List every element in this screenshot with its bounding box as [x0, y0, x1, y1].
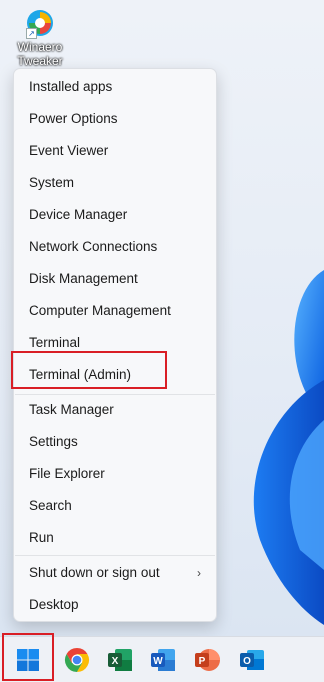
desktop-shortcut-label: Winaero Tweaker	[17, 40, 63, 68]
menu-item-label: Computer Management	[29, 303, 171, 318]
menu-item-settings[interactable]: Settings	[15, 427, 215, 457]
menu-item-shut-down-or-sign-out[interactable]: Shut down or sign out ›	[15, 558, 215, 588]
outlook-icon: O	[240, 650, 264, 670]
menu-item-label: File Explorer	[29, 466, 105, 481]
winx-context-menu: Installed apps Power Options Event Viewe…	[13, 68, 217, 622]
menu-item-device-manager[interactable]: Device Manager	[15, 200, 215, 230]
svg-text:W: W	[153, 656, 163, 667]
windows-logo-icon	[17, 649, 39, 671]
word-button[interactable]: W	[146, 643, 180, 677]
menu-item-label: Disk Management	[29, 271, 138, 286]
menu-item-terminal-admin[interactable]: Terminal (Admin)	[15, 360, 215, 390]
menu-item-network-connections[interactable]: Network Connections	[15, 232, 215, 262]
menu-item-power-options[interactable]: Power Options	[15, 104, 215, 134]
menu-item-terminal[interactable]: Terminal	[15, 328, 215, 358]
menu-item-label: Desktop	[29, 597, 79, 612]
menu-item-label: Settings	[29, 434, 78, 449]
outlook-button[interactable]: O	[235, 643, 269, 677]
winaero-tweaker-icon: ↗	[25, 8, 55, 39]
menu-item-label: Task Manager	[29, 402, 114, 417]
svg-text:O: O	[243, 656, 251, 667]
desktop-shortcut-winaero-tweaker[interactable]: ↗ Winaero Tweaker	[14, 8, 66, 68]
chrome-icon	[64, 648, 90, 672]
word-icon: W	[151, 649, 175, 671]
menu-item-event-viewer[interactable]: Event Viewer	[15, 136, 215, 166]
menu-item-run[interactable]: Run	[15, 523, 215, 553]
menu-item-label: Search	[29, 498, 72, 513]
start-button[interactable]	[11, 643, 45, 677]
menu-item-label: Terminal (Admin)	[29, 367, 132, 382]
menu-item-label: Event Viewer	[29, 143, 109, 158]
svg-text:X: X	[112, 656, 119, 667]
menu-item-label: Device Manager	[29, 207, 128, 222]
menu-item-label: Shut down or sign out	[29, 565, 160, 580]
menu-item-label: Installed apps	[29, 79, 113, 94]
menu-item-task-manager[interactable]: Task Manager	[15, 395, 215, 425]
menu-separator	[15, 555, 215, 556]
menu-item-system[interactable]: System	[15, 168, 215, 198]
menu-item-search[interactable]: Search	[15, 491, 215, 521]
menu-item-desktop[interactable]: Desktop	[15, 590, 215, 620]
chevron-right-icon: ›	[197, 566, 201, 580]
svg-text:P: P	[199, 656, 206, 667]
menu-item-label: Power Options	[29, 111, 118, 126]
menu-item-file-explorer[interactable]: File Explorer	[15, 459, 215, 489]
menu-item-installed-apps[interactable]: Installed apps	[15, 72, 215, 102]
powerpoint-icon: P	[195, 649, 220, 671]
menu-item-label: Terminal	[29, 335, 81, 350]
menu-item-label: System	[29, 175, 75, 190]
wallpaper-bloom	[253, 270, 324, 625]
shortcut-arrow-icon: ↗	[26, 28, 37, 39]
menu-item-label: Run	[29, 530, 54, 545]
taskbar: X W P O	[0, 636, 324, 682]
powerpoint-button[interactable]: P	[190, 643, 224, 677]
menu-item-label: Network Connections	[29, 239, 158, 254]
menu-item-computer-management[interactable]: Computer Management	[15, 296, 215, 326]
excel-icon: X	[108, 649, 132, 671]
menu-item-disk-management[interactable]: Disk Management	[15, 264, 215, 294]
chrome-button[interactable]	[60, 643, 94, 677]
excel-button[interactable]: X	[103, 643, 137, 677]
